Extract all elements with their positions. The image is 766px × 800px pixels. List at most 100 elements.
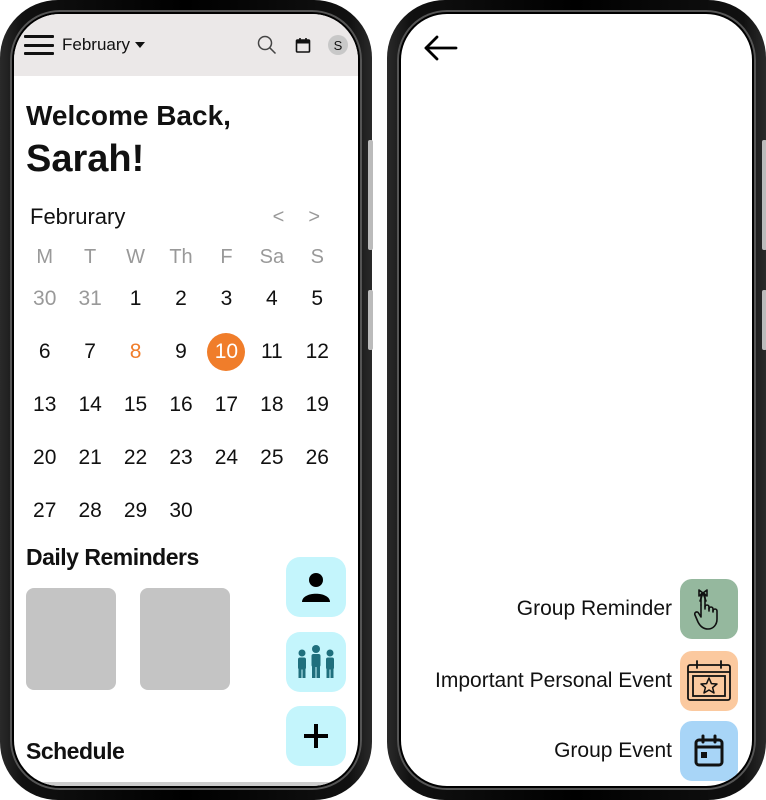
calendar-day-number: 21	[78, 445, 102, 469]
calendar-day-number: 18	[260, 392, 284, 416]
important-personal-event-option[interactable]: Important Personal Event	[435, 651, 738, 711]
calendar-day[interactable]: 29	[113, 484, 158, 537]
add-personal-button[interactable]	[286, 557, 346, 617]
schedule-heading: Schedule	[26, 738, 125, 764]
calendar-day-number: 10	[207, 332, 246, 371]
calendar-day[interactable]: 11	[249, 325, 294, 378]
calendar-day-number: 30	[169, 498, 193, 522]
calendar-day[interactable]: 12	[295, 325, 340, 378]
weekday-label: W	[126, 246, 145, 268]
calendar-day-number: 14	[78, 392, 102, 416]
calendar-star-icon	[687, 660, 731, 701]
calendar-day[interactable]: 30	[158, 484, 203, 537]
calendar-day[interactable]: 4	[249, 272, 294, 325]
calendar-day[interactable]: 24	[204, 431, 249, 484]
calendar-day[interactable]: 5	[295, 272, 340, 325]
back-arrow-icon[interactable]	[423, 34, 459, 62]
calendar-day-number: 29	[123, 498, 148, 522]
phone-frame-add-event: Group Reminder Important Personal Event …	[387, 0, 766, 800]
add-button[interactable]	[286, 706, 346, 766]
calendar-day-number: 31	[78, 286, 102, 310]
calendar-day[interactable]: 3	[204, 272, 249, 325]
finger-ribbon-icon	[693, 589, 718, 630]
group-reminder-option[interactable]: Group Reminder	[517, 579, 738, 639]
scroll-indicator	[34, 782, 334, 786]
calendar-day-number: 24	[214, 445, 239, 469]
month-dropdown[interactable]: February	[62, 35, 146, 55]
calendar-month-title: Februrary	[30, 204, 126, 229]
calendar-day[interactable]: 1	[113, 272, 158, 325]
plus-icon	[304, 724, 328, 748]
calendar-day[interactable]: 2	[158, 272, 203, 325]
calendar-day[interactable]: 13	[22, 378, 67, 431]
daily-reminders-heading: Daily Reminders	[26, 544, 199, 570]
weekday-label: M	[36, 246, 54, 268]
menu-icon[interactable]	[24, 35, 54, 55]
calendar-day-number: 13	[33, 392, 57, 416]
calendar-day[interactable]: 31	[67, 272, 112, 325]
phone-side-button	[368, 140, 373, 250]
caret-down-icon	[135, 42, 146, 48]
reminder-card[interactable]	[26, 588, 116, 690]
calendar-grid: M T W Th F Sa S 30 31 1 2 3 4 5 6 7 8 9 10 11 12 13 14 15 16 17 18…	[22, 242, 340, 537]
calendar-day[interactable]: 6	[22, 325, 67, 378]
calendar-day[interactable]: 8	[113, 325, 158, 378]
calendar-day-number: 4	[266, 286, 278, 310]
calendar-day[interactable]: 16	[158, 378, 203, 431]
calendar-day-number: 28	[78, 498, 102, 522]
calendar-day[interactable]: 7	[67, 325, 112, 378]
user-name-heading: Sarah!	[26, 138, 145, 180]
weekday-label: Sa	[259, 246, 285, 268]
calendar-day[interactable]: 28	[67, 484, 112, 537]
option-label: Important Personal Event	[435, 669, 672, 692]
calendar-icon[interactable]	[292, 34, 314, 56]
prev-month-button[interactable]: <	[273, 206, 285, 229]
add-group-button[interactable]	[286, 632, 346, 692]
person-icon	[302, 573, 330, 602]
calendar-day[interactable]: 18	[249, 378, 294, 431]
calendar-day[interactable]: 20	[22, 431, 67, 484]
weekday-label: S	[310, 246, 324, 268]
calendar-day[interactable]: 9	[158, 325, 203, 378]
calendar-day[interactable]: 17	[204, 378, 249, 431]
month-dropdown-label: February	[62, 35, 131, 54]
calendar-day-number: 27	[33, 498, 57, 522]
calendar-day-number: 23	[169, 445, 193, 469]
reminder-card[interactable]	[140, 588, 230, 690]
calendar-day[interactable]: 14	[67, 378, 112, 431]
welcome-heading: Welcome Back,	[26, 100, 231, 131]
calendar-day-number: 7	[84, 339, 96, 363]
group-icon	[298, 645, 334, 678]
calendar-day[interactable]: 15	[113, 378, 158, 431]
avatar[interactable]: S	[328, 35, 348, 55]
calendar-day-number: 2	[175, 286, 187, 310]
top-app-bar: February S	[14, 14, 358, 76]
search-icon[interactable]	[256, 34, 278, 56]
calendar-day[interactable]: 21	[67, 431, 112, 484]
phone-side-button	[762, 140, 766, 250]
personal-event-icon-tile	[680, 651, 738, 711]
weekday-label: F	[220, 246, 233, 268]
calendar-day-number: 22	[123, 445, 148, 469]
calendar-day-number: 6	[38, 339, 51, 363]
calendar-day-number: 30	[33, 286, 57, 310]
next-month-button[interactable]: >	[308, 206, 320, 229]
phone-side-button	[762, 290, 766, 350]
group-event-option[interactable]: Group Event	[554, 721, 738, 781]
calendar-day[interactable]: 25	[249, 431, 294, 484]
calendar-day-number: 12	[305, 339, 329, 363]
calendar-day-selected[interactable]: 10	[204, 325, 249, 378]
calendar-day-number: 20	[33, 445, 57, 469]
calendar-day[interactable]: 22	[113, 431, 158, 484]
calendar-day[interactable]: 23	[158, 431, 203, 484]
calendar-icon	[694, 734, 724, 767]
calendar-day[interactable]: 30	[22, 272, 67, 325]
calendar-day-number: 8	[129, 339, 142, 363]
calendar-day[interactable]: 26	[295, 431, 340, 484]
calendar-day[interactable]: 19	[295, 378, 340, 431]
weekday-label: T	[84, 246, 97, 268]
calendar-day-number: 16	[169, 392, 193, 416]
calendar-day-number: 9	[175, 339, 187, 363]
calendar-day[interactable]: 27	[22, 484, 67, 537]
calendar-day-number: 19	[305, 392, 329, 416]
